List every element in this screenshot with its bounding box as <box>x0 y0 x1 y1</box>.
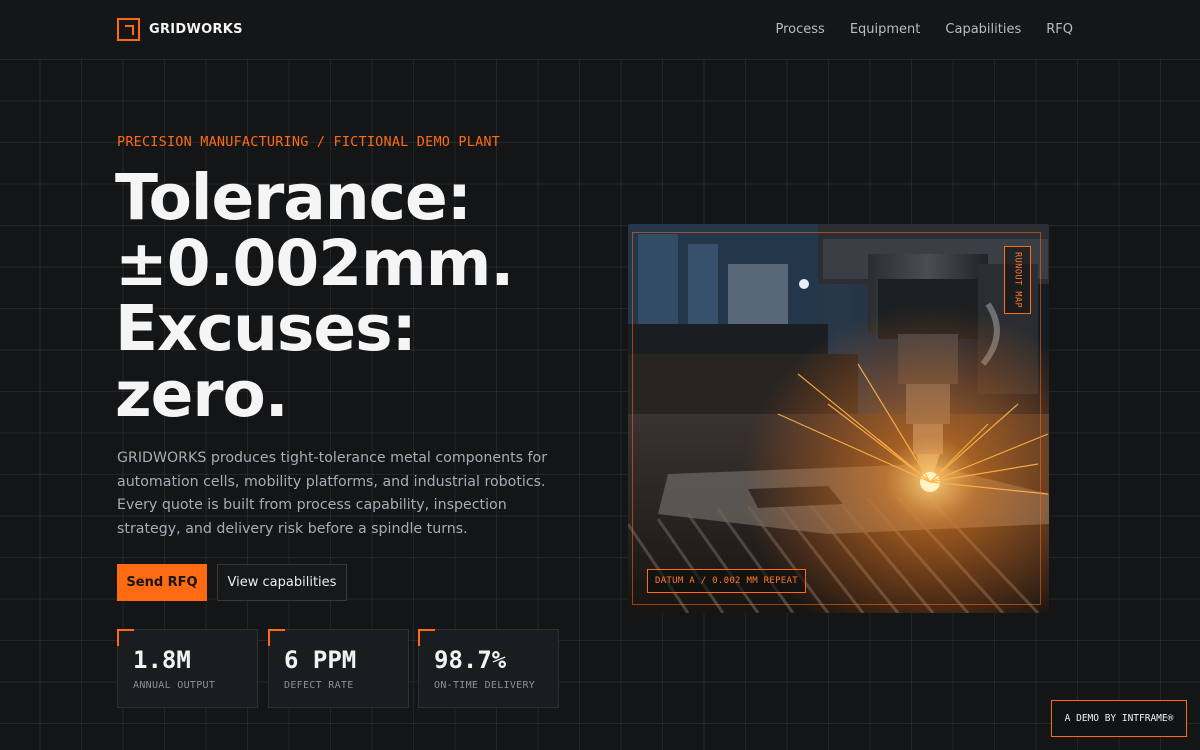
hero-headline: Tolerance: ±0.002mm. Excuses: zero. <box>115 165 575 427</box>
nav-link-capabilities[interactable]: Capabilities <box>945 22 1021 37</box>
hero-description: GRIDWORKS produces tight-tolerance metal… <box>117 450 548 538</box>
brand-name: GRIDWORKS <box>149 22 243 37</box>
stat-value: 1.8M <box>133 646 191 674</box>
stat-card-on-time-delivery: 98.7% ON-TIME DELIVERY <box>418 629 559 708</box>
corner-bracket-icon <box>117 18 140 41</box>
brand-logo[interactable]: GRIDWORKS <box>117 18 243 41</box>
runout-map-label: RUNOUT MAP <box>1012 251 1023 309</box>
hero-eyebrow: PRECISION MANUFACTURING / FICTIONAL DEMO… <box>117 134 501 150</box>
headline-line-4: zero. <box>115 357 289 431</box>
stat-value: 98.7% <box>434 646 507 674</box>
laser-cutting-machine-photo <box>628 224 1049 613</box>
datum-tag: DATUM A / 0.002 MM REPEAT <box>647 569 806 593</box>
demo-credit-badge[interactable]: A DEMO BY INTFRAME® <box>1051 700 1187 737</box>
main-nav: Process Equipment Capabilities RFQ <box>776 22 1074 37</box>
view-capabilities-button[interactable]: View capabilities <box>217 564 347 601</box>
runout-map-tag: RUNOUT MAP <box>1004 246 1031 314</box>
headline-line-3: Excuses: <box>115 292 417 365</box>
nav-link-process[interactable]: Process <box>776 22 825 37</box>
nav-link-equipment[interactable]: Equipment <box>850 22 921 37</box>
site-header: GRIDWORKS Process Equipment Capabilities… <box>0 0 1200 60</box>
stat-label: ANNUAL OUTPUT <box>133 680 216 691</box>
headline-line-2: ±0.002mm. <box>115 226 514 300</box>
hero-visual: RUNOUT MAP DATUM A / 0.002 MM REPEAT <box>628 224 1049 613</box>
stat-label: ON-TIME DELIVERY <box>434 680 536 691</box>
stat-card-defect-rate: 6 PPM DEFECT RATE <box>268 629 409 708</box>
stat-card-annual-output: 1.8M ANNUAL OUTPUT <box>117 629 258 708</box>
stat-label: DEFECT RATE <box>284 680 354 691</box>
headline-line-1: Tolerance: <box>115 161 472 234</box>
stat-value: 6 PPM <box>284 646 357 674</box>
nav-link-rfq[interactable]: RFQ <box>1046 22 1073 37</box>
send-rfq-button[interactable]: Send RFQ <box>117 564 207 601</box>
